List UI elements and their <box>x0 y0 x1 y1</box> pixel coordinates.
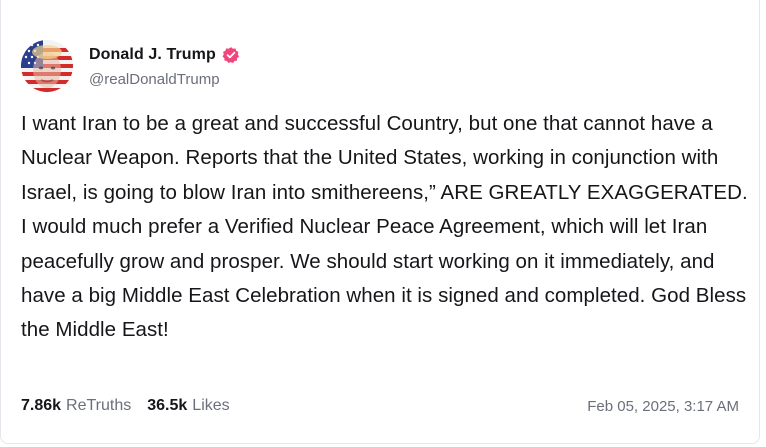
avatar-image-icon <box>21 40 73 92</box>
post-card: Donald J. Trump @realDonaldTrump I want … <box>0 0 760 444</box>
likes-count: 36.5k <box>147 397 188 414</box>
likes-stat[interactable]: 36.5k Likes <box>147 397 229 415</box>
likes-label: Likes <box>192 397 230 414</box>
verified-badge-icon <box>222 46 240 64</box>
author-handle[interactable]: @realDonaldTrump <box>89 71 240 88</box>
post-text: I want Iran to be a great and successful… <box>21 112 748 342</box>
post-footer: 7.86k ReTruths 36.5k Likes Feb 05, 2025,… <box>21 397 739 415</box>
retruths-label: ReTruths <box>66 397 132 414</box>
post-header: Donald J. Trump @realDonaldTrump <box>21 40 240 92</box>
author-display-name[interactable]: Donald J. Trump <box>89 46 216 64</box>
author-avatar[interactable] <box>21 40 73 92</box>
post-timestamp[interactable]: Feb 05, 2025, 3:17 AM <box>587 398 739 415</box>
author-names: Donald J. Trump @realDonaldTrump <box>89 44 240 88</box>
retruths-count: 7.86k <box>21 397 62 414</box>
name-row: Donald J. Trump <box>89 44 240 66</box>
retruths-stat[interactable]: 7.86k ReTruths <box>21 397 131 415</box>
